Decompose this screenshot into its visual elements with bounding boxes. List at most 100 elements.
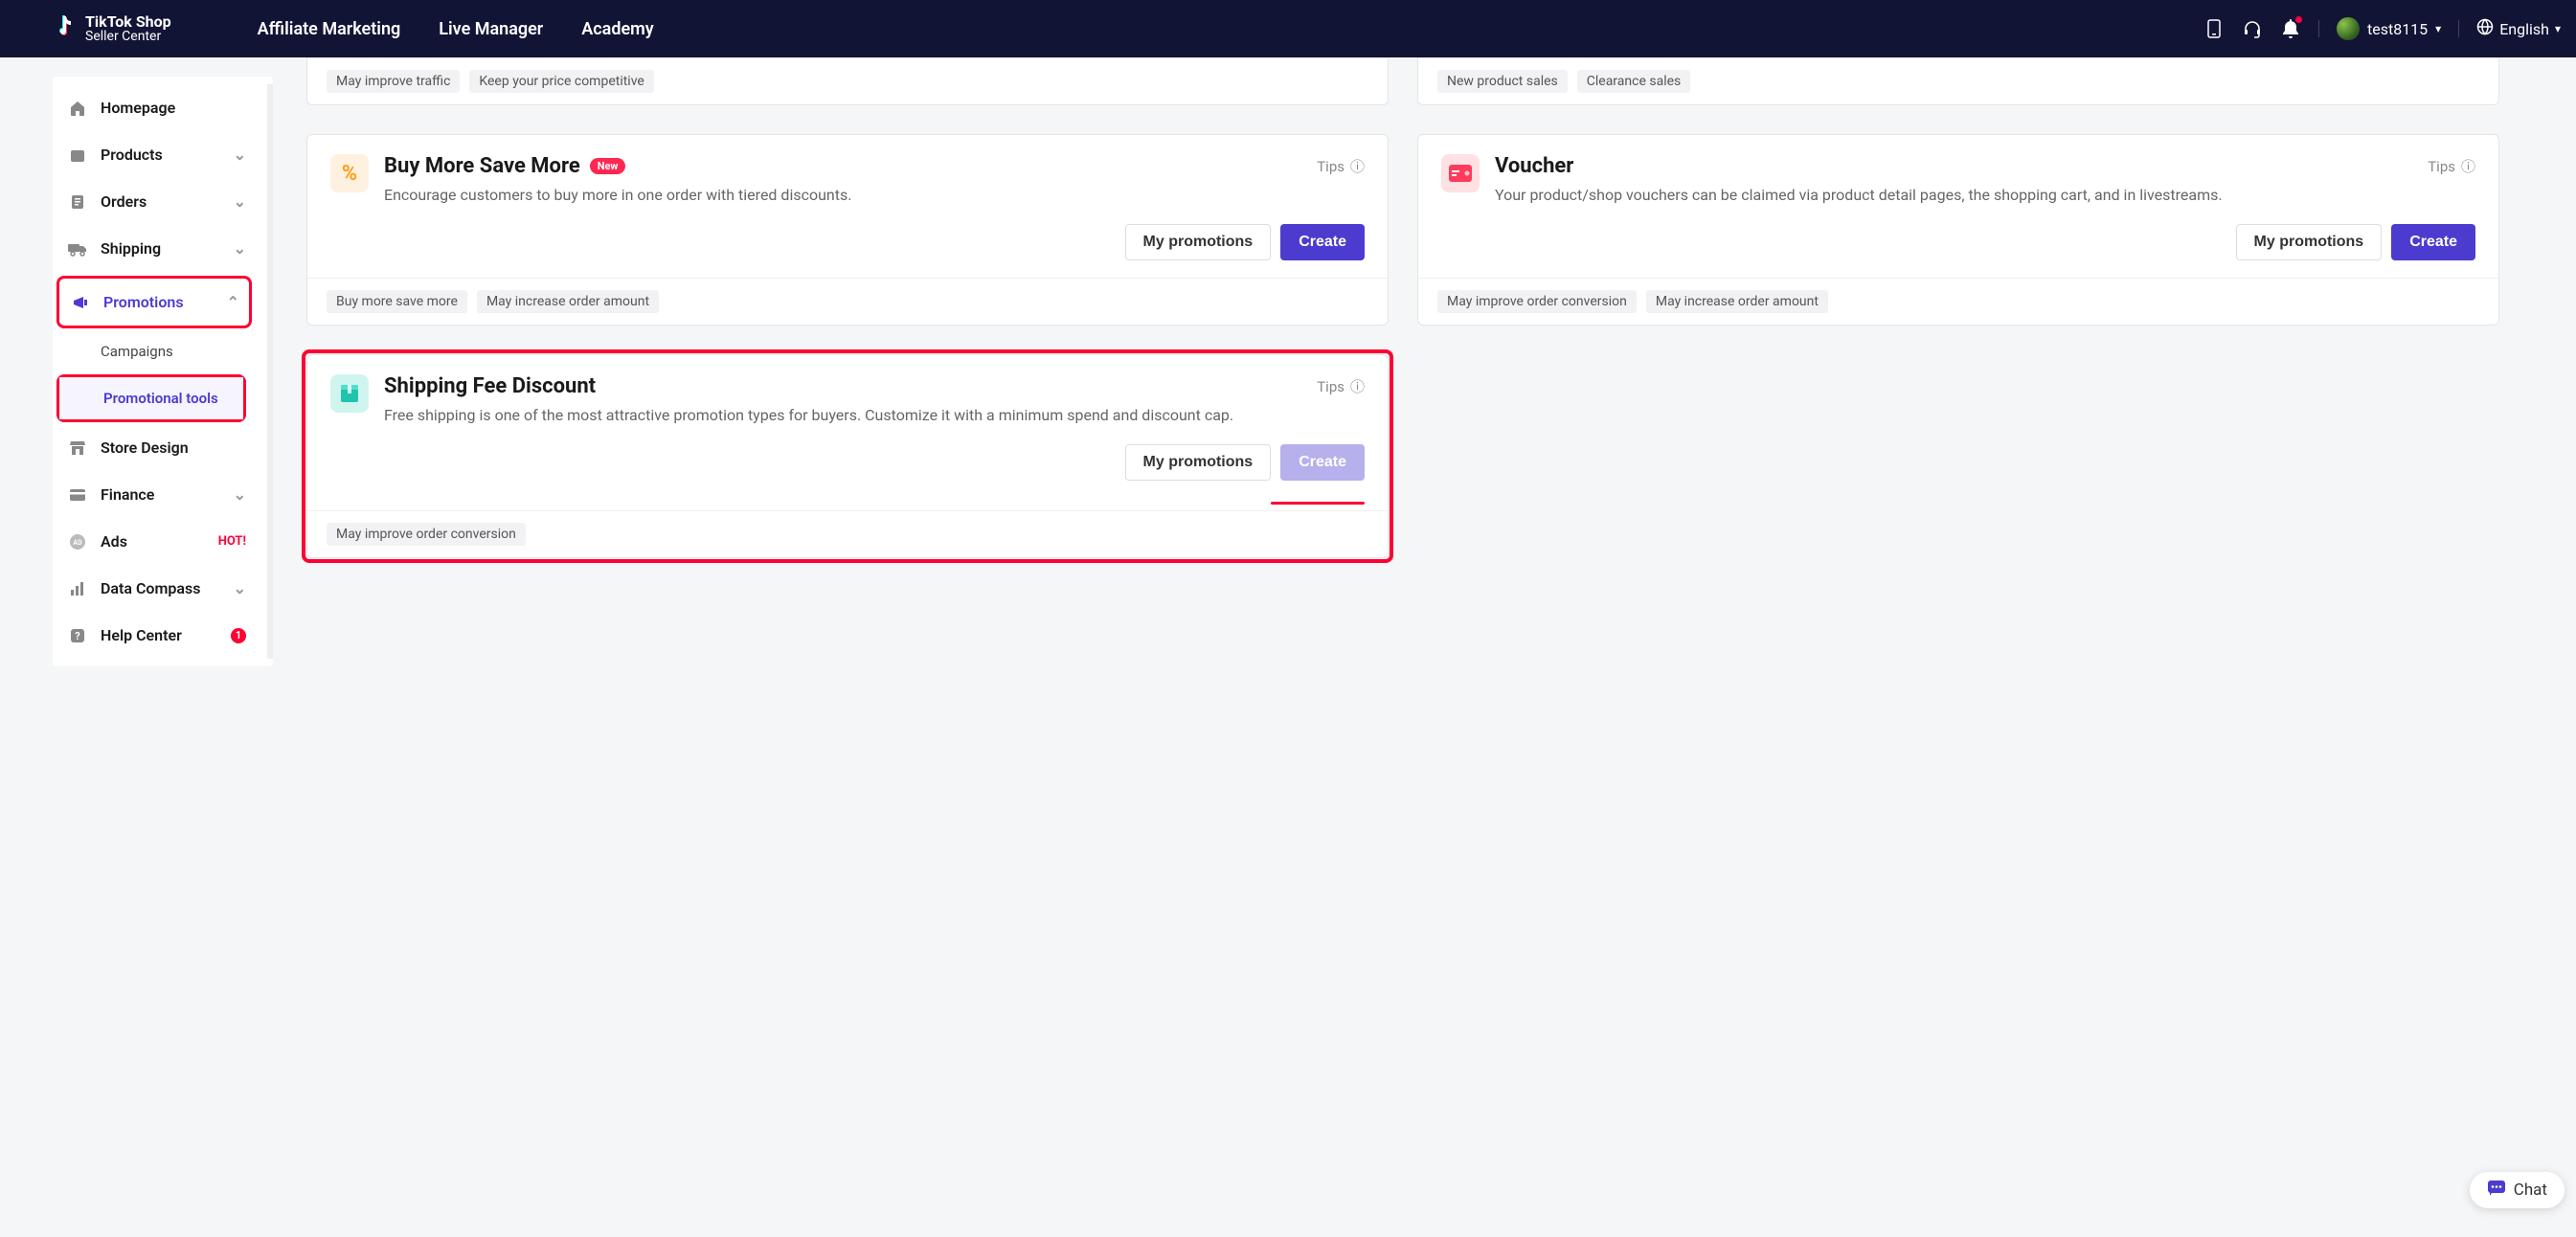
card-shipping-fee-discount: Shipping Fee Discount Tips ⓘ Free shippi… <box>306 354 1389 558</box>
card-footer: New product sales Clearance sales <box>1418 57 2498 104</box>
my-promotions-button[interactable]: My promotions <box>1125 224 1272 260</box>
tag: Buy more save more <box>327 290 467 313</box>
layout: Homepage Products ⌄ Orders ⌄ Shipping ⌄ <box>0 57 2576 666</box>
language-label: English <box>2499 20 2549 38</box>
sidebar-item-finance[interactable]: Finance ⌄ <box>53 471 261 518</box>
sidebar-item-promotions[interactable]: Promotions ⌃ <box>59 279 249 326</box>
tag: New product sales <box>1437 70 1568 93</box>
tag: May increase order amount <box>477 290 659 313</box>
tips-link[interactable]: Tips ⓘ <box>1317 376 1365 396</box>
card-voucher: Voucher Tips ⓘ Your product/shop voucher… <box>1417 134 2499 326</box>
sidebar-item-data-compass[interactable]: Data Compass ⌄ <box>53 565 261 612</box>
create-button[interactable]: Create <box>1280 224 1365 260</box>
chevron-down-icon: ⌄ <box>234 192 246 211</box>
nav-academy[interactable]: Academy <box>581 19 653 39</box>
sidebar-label: Homepage <box>101 99 246 117</box>
phone-icon[interactable] <box>2203 18 2225 39</box>
globe-icon <box>2476 18 2494 39</box>
my-promotions-button[interactable]: My promotions <box>1125 444 1272 481</box>
main-content: May improve traffic Keep your price comp… <box>268 57 2576 666</box>
store-icon <box>68 439 87 457</box>
sidebar-wrap: Homepage Products ⌄ Orders ⌄ Shipping ⌄ <box>0 57 268 666</box>
sidebar-item-store-design[interactable]: Store Design <box>53 424 261 471</box>
header: TikTok Shop Seller Center Affiliate Mark… <box>0 0 2576 57</box>
card-footer: May improve traffic Keep your price comp… <box>307 57 1388 104</box>
finance-icon <box>68 488 87 502</box>
sidebar: Homepage Products ⌄ Orders ⌄ Shipping ⌄ <box>53 77 273 666</box>
card-title: Buy More Save More <box>384 154 580 178</box>
sidebar-label: Data Compass <box>101 579 220 597</box>
products-icon <box>68 146 87 164</box>
svg-text:AD: AD <box>73 539 82 547</box>
shipping-icon <box>68 241 87 257</box>
card-description: Your product/shop vouchers can be claime… <box>1495 184 2475 207</box>
hot-badge: HOT! <box>218 534 246 549</box>
nav-live-manager[interactable]: Live Manager <box>439 19 543 39</box>
tips-link[interactable]: Tips ⓘ <box>2428 156 2475 176</box>
brand-line1: TikTok Shop <box>85 14 171 30</box>
package-icon <box>330 374 369 413</box>
info-icon: ⓘ <box>2461 156 2475 176</box>
language-selector[interactable]: English ▾ <box>2476 18 2561 39</box>
my-promotions-button[interactable]: My promotions <box>2236 224 2383 260</box>
card-partial-1: May improve traffic Keep your price comp… <box>306 57 1389 105</box>
card-partial-2: New product sales Clearance sales <box>1417 57 2499 105</box>
card-description: Free shipping is one of the most attract… <box>384 404 1365 427</box>
card-title: Shipping Fee Discount <box>384 374 596 398</box>
highlight-promotional-tools: Promotional tools <box>56 374 246 422</box>
notification-dot <box>2295 16 2302 23</box>
header-right: test8115 ▾ English ▾ <box>2203 17 2561 40</box>
user-menu[interactable]: test8115 ▾ <box>2337 17 2441 40</box>
sidebar-item-homepage[interactable]: Homepage <box>53 84 261 131</box>
tag: May improve order conversion <box>327 523 526 546</box>
tag: May increase order amount <box>1646 290 1828 313</box>
compass-icon <box>68 580 87 597</box>
voucher-icon <box>1441 154 1480 192</box>
sidebar-item-shipping[interactable]: Shipping ⌄ <box>53 225 261 272</box>
orders-icon <box>68 193 87 211</box>
headset-icon[interactable] <box>2242 18 2263 39</box>
sidebar-item-orders[interactable]: Orders ⌄ <box>53 178 261 225</box>
chat-widget[interactable]: Chat <box>2470 1172 2565 1208</box>
chevron-down-icon: ⌄ <box>234 239 246 258</box>
sidebar-label: Products <box>101 146 220 164</box>
chat-icon <box>2487 1180 2506 1201</box>
sidebar-label: Finance <box>101 485 220 504</box>
sidebar-label: Shipping <box>101 239 220 258</box>
svg-text:?: ? <box>75 630 80 642</box>
header-left: TikTok Shop Seller Center Affiliate Mark… <box>53 13 654 44</box>
nav-affiliate[interactable]: Affiliate Marketing <box>258 19 401 39</box>
red-underline <box>1271 502 1365 505</box>
brand-logo[interactable]: TikTok Shop Seller Center <box>53 13 171 44</box>
sidebar-label: Promotions <box>103 293 214 311</box>
chevron-down-icon: ▾ <box>2555 22 2561 35</box>
tag: Clearance sales <box>1577 70 1691 93</box>
header-nav: Affiliate Marketing Live Manager Academy <box>258 19 654 39</box>
help-icon: ? <box>68 627 87 644</box>
percent-icon: % <box>330 154 369 192</box>
sidebar-item-help-center[interactable]: ? Help Center 1 <box>53 612 261 659</box>
tag: May improve order conversion <box>1437 290 1637 313</box>
sidebar-label: Ads <box>101 532 201 551</box>
chevron-down-icon: ⌄ <box>234 146 246 164</box>
sidebar-label: Orders <box>101 192 220 211</box>
chat-label: Chat <box>2514 1181 2547 1200</box>
sidebar-sub-promotional-tools[interactable]: Promotional tools <box>59 377 243 419</box>
sidebar-item-ads[interactable]: AD Ads HOT! <box>53 518 261 565</box>
sidebar-item-products[interactable]: Products ⌄ <box>53 131 261 178</box>
info-icon: ⓘ <box>1350 376 1365 396</box>
create-button[interactable]: Create <box>2391 224 2475 260</box>
avatar <box>2337 17 2360 40</box>
username: test8115 <box>2367 20 2428 38</box>
bell-icon[interactable] <box>2280 18 2301 39</box>
highlight-promotions: Promotions ⌃ <box>56 276 252 328</box>
sidebar-sub-campaigns[interactable]: Campaigns <box>53 330 261 372</box>
chevron-down-icon: ⌄ <box>234 579 246 597</box>
create-button[interactable]: Create <box>1280 444 1365 481</box>
sidebar-label: Help Center <box>101 626 214 644</box>
tips-link[interactable]: Tips ⓘ <box>1317 156 1365 176</box>
card-description: Encourage customers to buy more in one o… <box>384 184 1365 207</box>
chevron-down-icon: ▾ <box>2435 22 2441 35</box>
tiktok-icon <box>53 13 78 44</box>
count-badge: 1 <box>231 628 246 643</box>
